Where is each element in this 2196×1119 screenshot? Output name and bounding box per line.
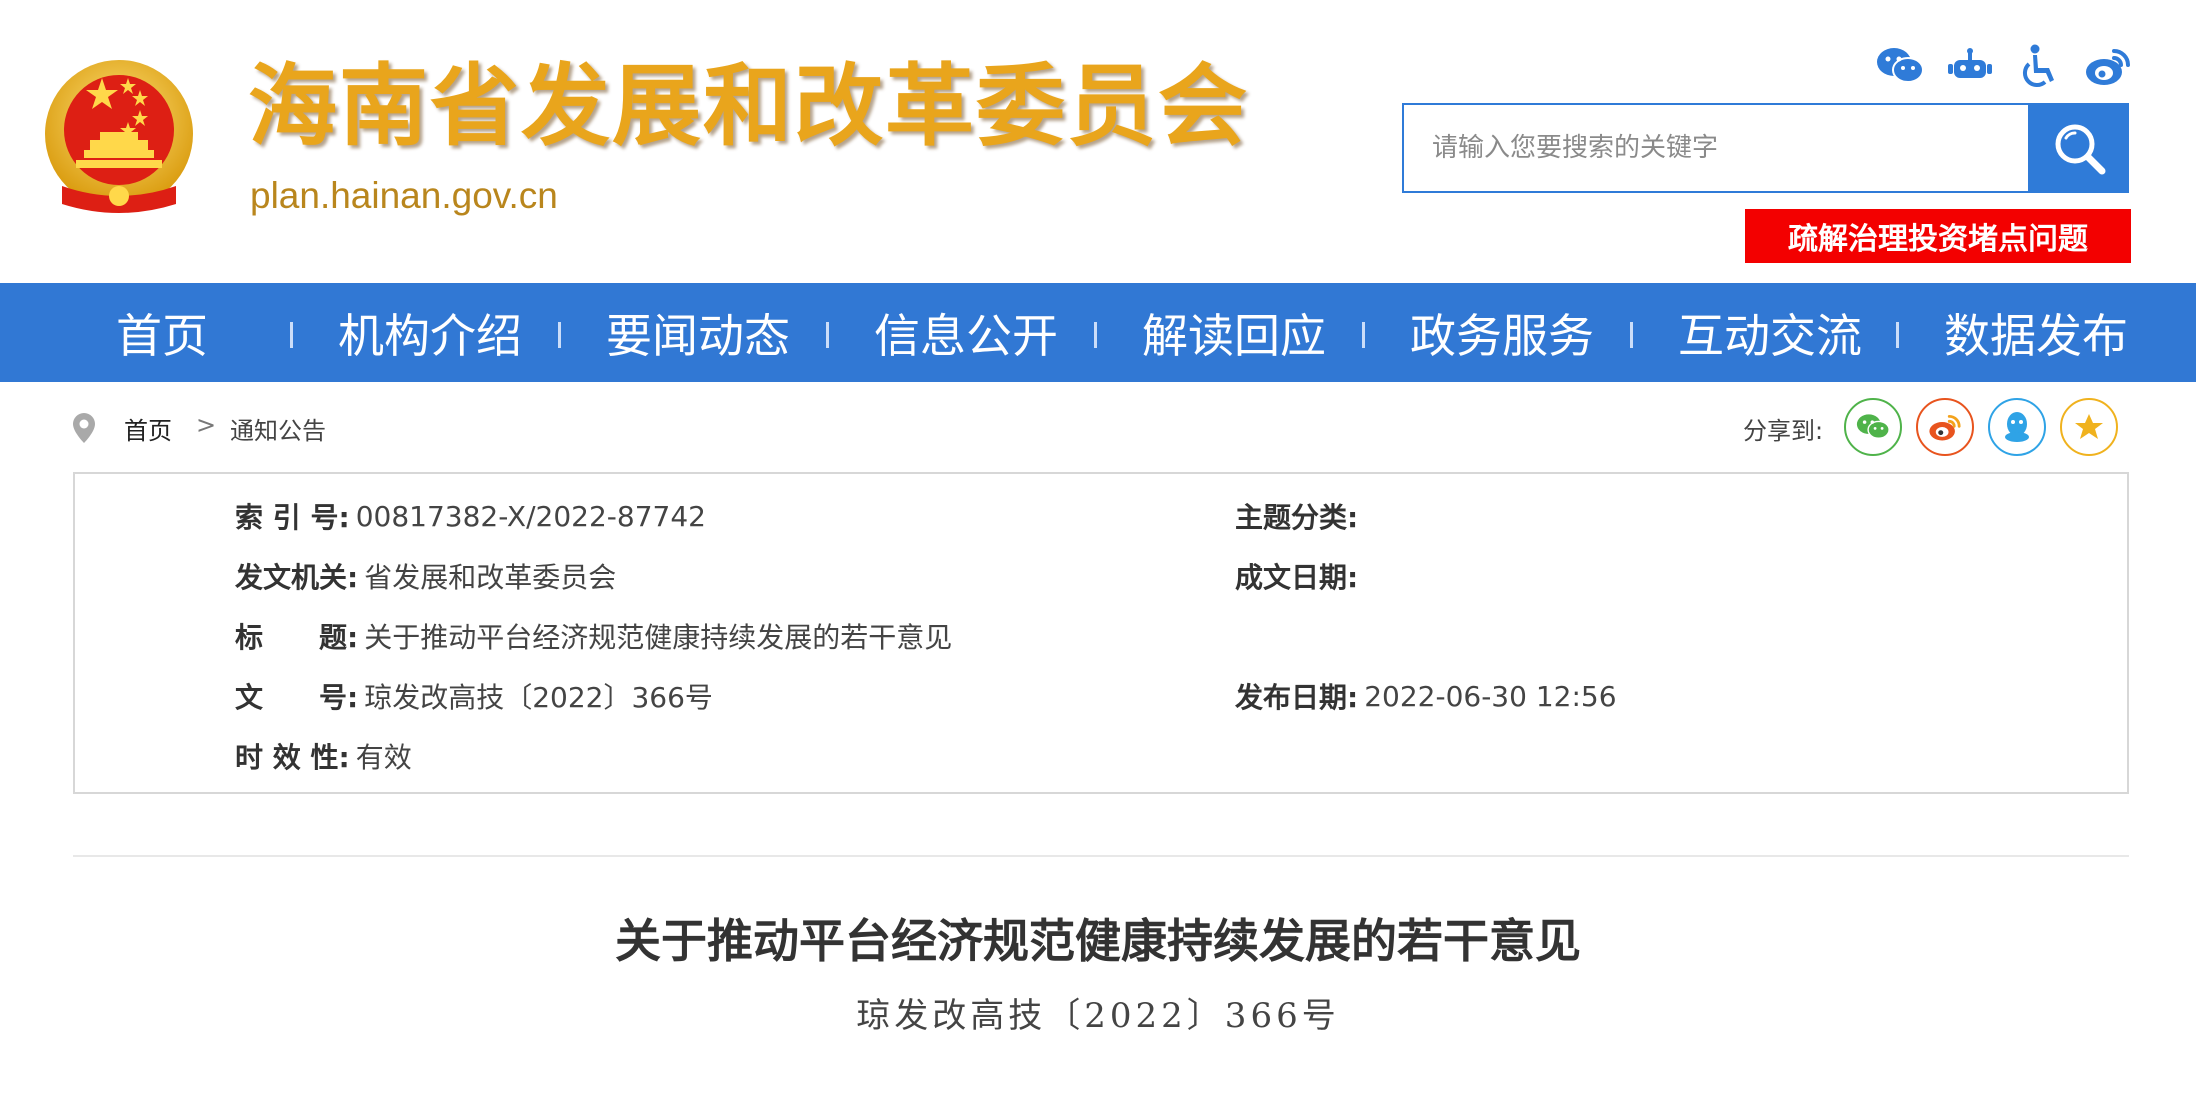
wechat-share-icon — [1856, 414, 1890, 439]
nav-separator — [558, 322, 561, 348]
nav-separator — [1630, 322, 1633, 348]
breadcrumb-current[interactable]: 通知公告 — [230, 411, 326, 446]
meta-created-label: 成文日期: — [1235, 561, 1359, 594]
meta-validity-label: 时 效 性: — [235, 741, 350, 774]
breadcrumb-home[interactable]: 首页 — [124, 411, 172, 446]
site-domain: plan.hainan.gov.cn — [250, 175, 558, 216]
promo-banner-link[interactable]: 疏解治理投资堵点问题 — [1745, 209, 2131, 263]
nav-separator — [290, 322, 293, 348]
site-header: 海南省发展和改革委员会 plan.hainan.gov.cn 请输入您要搜索的关… — [0, 0, 2196, 283]
meta-docno-value: 琼发改高技〔2022〕366号 — [364, 681, 713, 714]
content-divider — [73, 855, 2129, 857]
meta-title-value: 关于推动平台经济规范健康持续发展的若干意见 — [364, 621, 953, 654]
nav-item-news[interactable]: 要闻动态 — [606, 283, 790, 382]
meta-index-value: 00817382-X/2022-87742 — [355, 499, 706, 533]
search-input[interactable] — [1404, 105, 2028, 191]
share-favorite-button[interactable] — [2060, 398, 2118, 456]
share-label: 分享到: — [1743, 417, 1824, 445]
robot-icon[interactable] — [1946, 42, 1993, 90]
nav-separator — [826, 322, 829, 348]
nav-item-disclosure[interactable]: 信息公开 — [874, 283, 1058, 382]
meta-docno-label: 文 号: — [235, 681, 359, 714]
breadcrumb-bar: 首页 > 通知公告 分享到: — [0, 393, 2196, 463]
meta-published-value: 2022-06-30 12:56 — [1364, 679, 1617, 713]
meta-topic-row: 主题分类: — [1235, 496, 1364, 536]
qq-share-icon — [2005, 412, 2029, 442]
meta-title-row: 标 题: 关于推动平台经济规范健康持续发展的若干意见 — [235, 616, 952, 656]
share-wechat-button[interactable] — [1844, 398, 1902, 456]
meta-docno-row: 文 号: 琼发改高技〔2022〕366号 — [235, 676, 713, 716]
meta-topic-label: 主题分类: — [1235, 501, 1359, 534]
meta-issuer-row: 发文机关: 省发展和改革委员会 — [235, 556, 616, 596]
document-metadata-box: 索 引 号: 00817382-X/2022-87742 主题分类: 发文机关:… — [73, 472, 2129, 794]
share-weibo-button[interactable] — [1916, 398, 1974, 456]
weibo-icon[interactable] — [2084, 42, 2132, 90]
nav-item-home[interactable]: 首页 — [116, 283, 208, 382]
nav-separator — [1094, 322, 1097, 348]
favorite-share-icon — [2075, 414, 2103, 439]
meta-issuer-value: 省发展和改革委员会 — [364, 561, 617, 594]
accessibility-icon[interactable] — [2015, 42, 2062, 90]
location-pin-icon — [73, 413, 95, 443]
nav-item-interpretation[interactable]: 解读回应 — [1142, 283, 1326, 382]
meta-validity-row: 时 效 性: 有效 — [235, 736, 412, 776]
nav-separator — [1896, 322, 1899, 348]
breadcrumb-separator: > — [196, 411, 217, 439]
meta-published-label: 发布日期: — [1235, 681, 1359, 714]
nav-item-services[interactable]: 政务服务 — [1410, 283, 1594, 382]
nav-separator — [1362, 322, 1365, 348]
nav-item-interaction[interactable]: 互动交流 — [1678, 283, 1862, 382]
meta-validity-value: 有效 — [355, 741, 412, 774]
site-title[interactable]: 海南省发展和改革委员会 — [248, 62, 1249, 151]
search-icon — [2055, 124, 2105, 175]
national-emblem-logo[interactable] — [40, 56, 198, 222]
article-title: 关于推动平台经济规范健康持续发展的若干意见 — [615, 914, 1581, 968]
search-box — [1402, 103, 2030, 193]
top-utility-icons — [1876, 42, 2132, 90]
meta-issuer-label: 发文机关: — [235, 561, 359, 594]
meta-title-label: 标 题: — [235, 621, 359, 654]
nav-item-data[interactable]: 数据发布 — [1944, 283, 2128, 382]
main-nav: 首页 机构介绍 要闻动态 信息公开 解读回应 政务服务 互动交流 数据发布 — [0, 283, 2196, 382]
wechat-icon[interactable] — [1876, 42, 1924, 90]
meta-published-row: 发布日期: 2022-06-30 12:56 — [1235, 676, 1617, 716]
share-qq-button[interactable] — [1988, 398, 2046, 456]
nav-item-about[interactable]: 机构介绍 — [338, 283, 522, 382]
weibo-share-icon — [1929, 414, 1961, 441]
meta-index-label: 索 引 号: — [235, 501, 350, 534]
meta-index-row: 索 引 号: 00817382-X/2022-87742 — [235, 496, 706, 536]
meta-created-row: 成文日期: — [1235, 556, 1364, 596]
article-doc-number: 琼发改高技〔2022〕366号 — [856, 996, 1340, 1036]
search-button[interactable] — [2028, 103, 2129, 193]
